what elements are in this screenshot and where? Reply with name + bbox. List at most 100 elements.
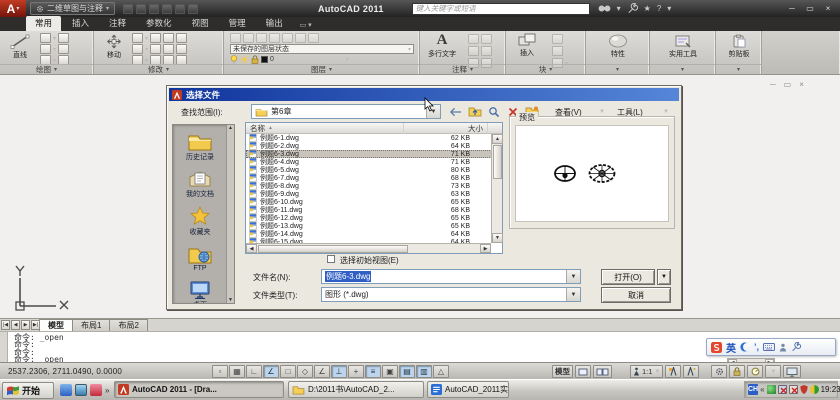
tool-icon[interactable] [468,34,479,44]
draw-panel-footer[interactable]: 绘图▾ [0,64,93,74]
chevron-down-icon[interactable]: ▼ [566,270,580,283]
places-bar-item[interactable]: 收藏夹 [173,203,227,240]
binoculars-icon[interactable] [598,4,611,13]
properties-panel-footer[interactable]: ▾ [586,64,649,74]
open-button[interactable]: 打开(O) [601,269,655,285]
workspace-switcher[interactable]: 二维草图与注释 ▾ [30,2,115,15]
model-space-button[interactable]: 模型 [552,365,573,378]
lineweight-toggle-icon[interactable]: ≡ [365,365,381,378]
taskbar-task[interactable]: AutoCAD_2011实例教... [427,381,509,398]
scroll-left-icon[interactable]: ◀ [246,244,257,253]
line-tool-button[interactable]: 直线 [4,34,36,60]
tool-icon[interactable] [552,34,563,44]
tool-icon[interactable] [163,33,174,43]
cancel-button[interactable]: 取消 [601,287,671,303]
performance-tuner-icon[interactable] [747,365,763,378]
ribbon-tab-插入[interactable]: 插入 [63,16,98,31]
security-shield-icon[interactable] [800,385,808,394]
taskbar-task[interactable]: AutoCAD 2011 - [Dra... [114,381,284,398]
toolbar-lock-icon[interactable] [729,365,745,378]
ribbon-tab-注释[interactable]: 注释 [100,16,135,31]
up-folder-icon[interactable] [466,104,483,119]
block-panel-footer[interactable]: 块▾ [506,64,585,74]
keyboard-icon[interactable] [763,343,775,351]
layout-nav-prev-icon[interactable]: ◀ [11,320,20,330]
sun-icon[interactable] [240,55,249,64]
scroll-up-icon[interactable]: ▲ [492,134,503,144]
tool-icon[interactable] [40,44,51,54]
layout-tab-布局1[interactable]: 布局1 [72,319,110,331]
file-type-combo[interactable]: 图形 (*.dwg) ▼ [321,287,581,302]
tool-icon[interactable] [132,33,143,43]
otrack-toggle-icon[interactable]: ∠ [314,365,330,378]
wrench-icon[interactable] [791,342,801,352]
column-header-size[interactable]: 大小 [404,123,488,134]
layer-color-swatch[interactable] [261,56,268,63]
modify-panel-footer[interactable]: 修改▾ [94,64,223,74]
antivirus-tray-icon[interactable] [767,385,776,394]
osnap-3d-toggle-icon[interactable]: ◇ [297,365,313,378]
polar-toggle-icon[interactable]: ∠ [263,365,279,378]
quick-launch-overflow-icon[interactable]: » [105,386,109,395]
save-icon[interactable] [149,4,159,14]
chevron-down-icon[interactable]: ▾ [145,46,148,53]
move-tool-button[interactable]: 移动 [100,34,128,60]
layer-state-combo[interactable]: 未保存的图层状态▾ [230,44,414,54]
annotate-panel-footer[interactable]: 注释▾ [420,64,505,74]
status-menu-chevron-icon[interactable]: ▼ [765,365,781,378]
dropdown-icon[interactable]: ▾ [667,4,671,13]
scroll-right-icon[interactable]: ▶ [480,244,491,253]
utilities-button[interactable]: 实用工具 [660,34,706,59]
plot-icon[interactable] [162,4,172,14]
network-disconnected-icon[interactable] [778,385,787,394]
scrollbar-thumb[interactable] [258,245,408,253]
column-header-name[interactable]: 名称▲ [246,123,404,134]
tool-icon[interactable] [58,44,69,54]
annotation-scale-button[interactable]: 1:1 ▼ [630,365,663,378]
quick-properties-toggle-icon[interactable]: ▤ [399,365,415,378]
layers-panel-footer[interactable]: 图层▾ [224,64,419,74]
punctuation-icon[interactable]: ’, [754,342,759,352]
layout-nav-next-icon[interactable]: ▶ [21,320,30,330]
dyn-toggle-icon[interactable]: + [348,365,364,378]
chevron-down-icon[interactable]: ▾ [145,57,148,64]
restore-button[interactable]: ▭ [804,4,816,14]
look-in-combo[interactable]: 第6章 ▼ [251,104,441,119]
chevron-down-icon[interactable]: ▼ [599,109,605,115]
undo-icon[interactable] [175,4,185,14]
wrench-icon[interactable] [627,3,638,14]
tool-icon[interactable] [176,44,187,54]
ribbon-options-icon[interactable]: ▭ ▾ [300,21,312,31]
scroll-up-icon[interactable]: ▲ [228,125,233,131]
start-button[interactable]: 开始 [2,382,54,399]
quick-view-drawings-icon[interactable] [593,365,612,378]
input-language-indicator[interactable]: CH [748,384,758,395]
tool-icon[interactable] [481,46,492,56]
english-mode-label[interactable]: 英 [726,340,736,355]
redo-icon[interactable] [188,4,198,14]
minimize-button[interactable]: ─ [770,80,776,89]
layout-nav-first-icon[interactable]: |◀ [1,320,10,330]
mtext-tool-button[interactable]: A 多行文字 [424,33,460,59]
ducs-toggle-icon[interactable]: ⊥ [331,365,347,378]
lock-icon[interactable] [251,55,259,64]
quick-view-layouts-icon[interactable] [575,365,591,378]
dropdown-icon[interactable]: ▾ [617,4,621,13]
tool-icon[interactable] [150,33,161,43]
tool-icon[interactable] [552,46,563,56]
annotation-visibility-icon[interactable] [665,365,681,378]
utilities-panel-footer[interactable]: ▾ [650,64,715,74]
file-list-horizontal-scrollbar[interactable]: ◀ ▶ [246,243,491,253]
layer-tool-icon[interactable] [230,33,241,43]
chevron-down-icon[interactable]: ▾ [53,46,56,53]
user-icon[interactable] [779,343,787,352]
snap-toggle-icon[interactable]: ▫ [212,365,228,378]
ribbon-tab-管理[interactable]: 管理 [220,16,255,31]
tool-icon[interactable] [468,46,479,56]
open-options-button[interactable]: ▼ [657,269,671,285]
bulb-icon[interactable] [230,55,238,64]
moon-icon[interactable] [740,342,750,352]
workspace-switch-gear-icon[interactable] [711,365,727,378]
ribbon-tab-常用[interactable]: 常用 [26,16,61,31]
layer-tool-icon[interactable] [269,33,280,43]
